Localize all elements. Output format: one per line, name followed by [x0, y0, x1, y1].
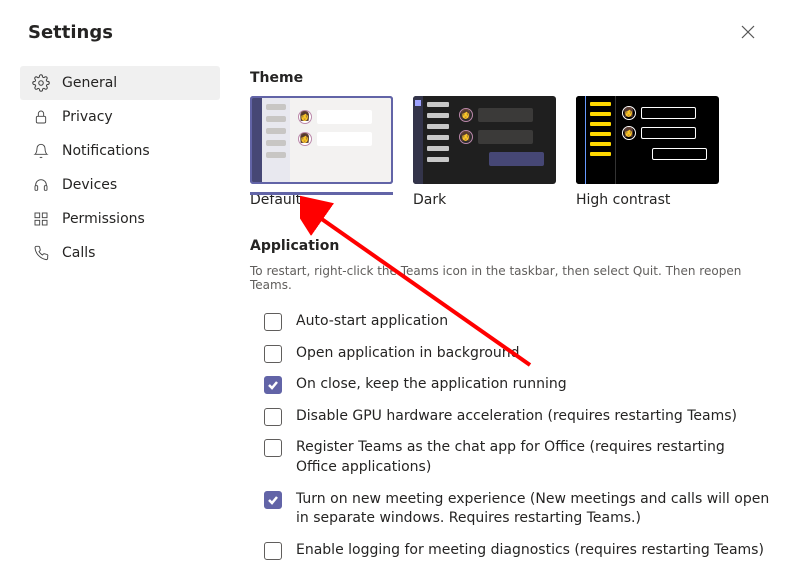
app-option: Register Teams as the chat app for Offic… — [250, 432, 770, 483]
option-label: Auto-start application — [296, 312, 448, 332]
app-option: On close, keep the application running — [250, 369, 770, 401]
option-label: Enable logging for meeting diagnostics (… — [296, 541, 764, 561]
application-subtext: To restart, right-click the Teams icon i… — [250, 264, 770, 292]
close-button[interactable] — [734, 18, 762, 46]
checkbox[interactable] — [264, 491, 282, 509]
app-option: Auto-start application — [250, 306, 770, 338]
sidebar-item-label: Calls — [62, 245, 95, 261]
sidebar-item-privacy[interactable]: Privacy — [20, 100, 220, 134]
bell-icon — [32, 142, 50, 160]
application-heading: Application — [250, 238, 770, 254]
option-label: On close, keep the application running — [296, 375, 567, 395]
app-option: Turn on new meeting experience (New meet… — [250, 484, 770, 535]
lock-icon — [32, 108, 50, 126]
page-title: Settings — [28, 22, 113, 43]
sidebar-item-label: Permissions — [62, 211, 145, 227]
sidebar-item-label: Notifications — [62, 143, 150, 159]
checkbox[interactable] — [264, 313, 282, 331]
theme-label: Default — [250, 192, 393, 208]
sidebar-item-label: Devices — [62, 177, 117, 193]
theme-preview-high-contrast: 👩 👩 — [576, 96, 719, 184]
checkbox[interactable] — [264, 376, 282, 394]
app-option: Enable logging for meeting diagnostics (… — [250, 535, 770, 566]
gear-icon — [32, 74, 50, 92]
checkbox[interactable] — [264, 345, 282, 363]
theme-option-dark[interactable]: 👩 👩 Dark — [413, 96, 556, 208]
app-option: Disable GPU hardware acceleration (requi… — [250, 401, 770, 433]
theme-selector: 👩 👩 Default 👩 👩 Dark — [250, 96, 770, 208]
option-label: Register Teams as the chat app for Offic… — [296, 438, 770, 477]
theme-heading: Theme — [250, 70, 770, 86]
sidebar-item-label: Privacy — [62, 109, 113, 125]
grid-icon — [32, 210, 50, 228]
app-option: Open application in background — [250, 338, 770, 370]
theme-preview-dark: 👩 👩 — [413, 96, 556, 184]
option-label: Open application in background — [296, 344, 520, 364]
sidebar-item-notifications[interactable]: Notifications — [20, 134, 220, 168]
sidebar-item-devices[interactable]: Devices — [20, 168, 220, 202]
main-pane: Theme 👩 👩 Default 👩 — [220, 66, 770, 566]
sidebar-item-permissions[interactable]: Permissions — [20, 202, 220, 236]
phone-icon — [32, 244, 50, 262]
theme-option-default[interactable]: 👩 👩 Default — [250, 96, 393, 208]
sidebar-item-general[interactable]: General — [20, 66, 220, 100]
checkbox[interactable] — [264, 439, 282, 457]
theme-label: High contrast — [576, 192, 719, 208]
headset-icon — [32, 176, 50, 194]
theme-label: Dark — [413, 192, 556, 208]
theme-preview-default: 👩 👩 — [250, 96, 393, 184]
sidebar-item-label: General — [62, 75, 117, 91]
close-icon — [741, 25, 755, 39]
checkbox[interactable] — [264, 542, 282, 560]
sidebar: General Privacy Notifications Devices Pe… — [20, 66, 220, 566]
checkbox[interactable] — [264, 408, 282, 426]
sidebar-item-calls[interactable]: Calls — [20, 236, 220, 270]
theme-option-high-contrast[interactable]: 👩 👩 High contrast — [576, 96, 719, 208]
option-label: Disable GPU hardware acceleration (requi… — [296, 407, 737, 427]
option-label: Turn on new meeting experience (New meet… — [296, 490, 770, 529]
